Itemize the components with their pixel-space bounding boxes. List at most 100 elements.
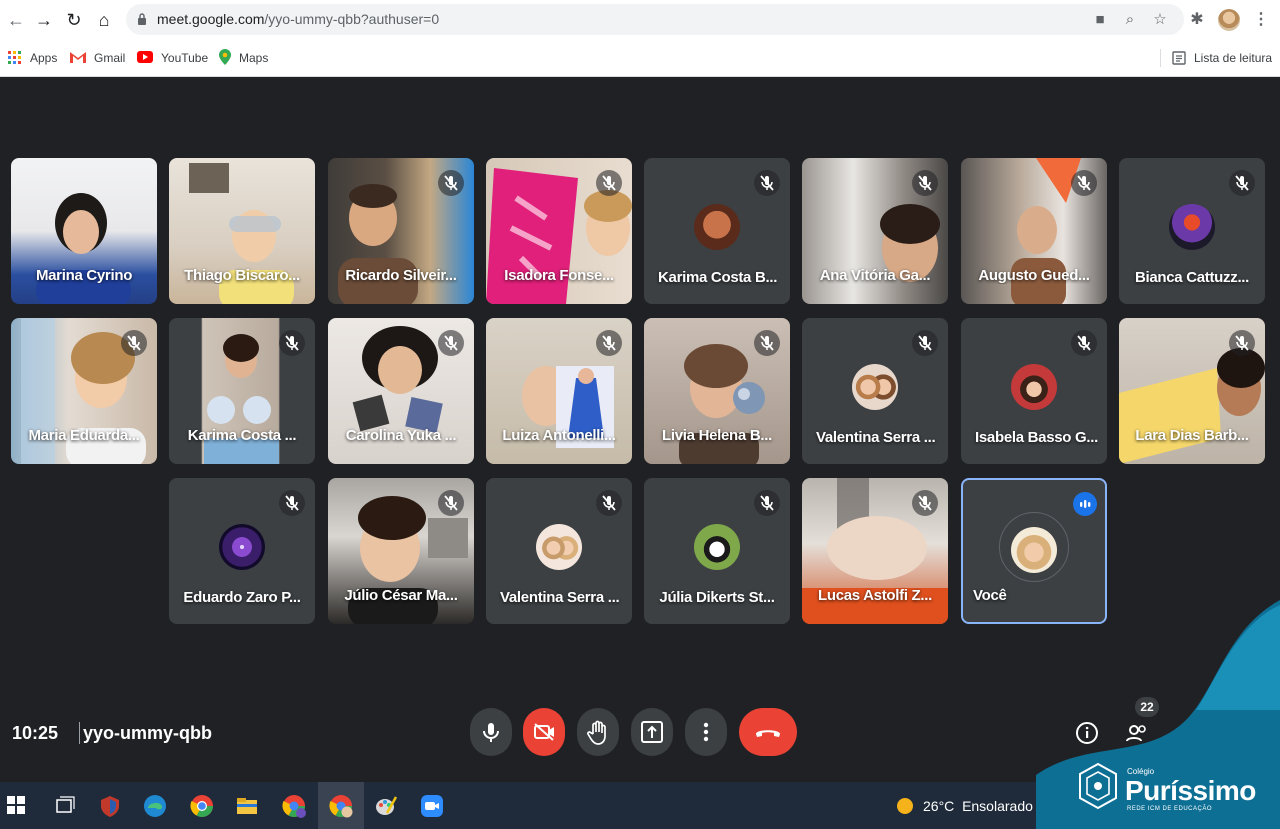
weather-condition: Ensolarado: [962, 798, 1033, 814]
participant-tile[interactable]: Carolina Yuka ...: [328, 318, 474, 464]
avatar: [694, 524, 740, 570]
participant-name: Luiza Antonelli...: [502, 427, 616, 444]
avatar: [694, 204, 740, 250]
url-host: meet.google.com: [157, 11, 265, 27]
participant-tile[interactable]: Thiago Biscaro...: [169, 158, 315, 304]
hand-icon: [587, 720, 606, 745]
participant-tile[interactable]: Isadora Fonse...: [486, 158, 632, 304]
mic-off-icon: [438, 490, 464, 516]
participant-name: Maria Eduarda...: [28, 427, 140, 444]
participant-name: Júlio César Ma...: [344, 587, 458, 604]
participant-tile[interactable]: Júlia Dikerts St...: [644, 478, 790, 624]
chrome-icon[interactable]: [189, 793, 215, 819]
present-button[interactable]: [631, 708, 673, 756]
participant-tile[interactable]: Marina Cyrino: [11, 158, 157, 304]
star-icon[interactable]: ☆: [1150, 10, 1170, 30]
participant-name: Lara Dias Barb...: [1135, 427, 1249, 444]
home-icon[interactable]: ⌂: [92, 8, 116, 32]
participant-tile[interactable]: Júlio César Ma...: [328, 478, 474, 624]
reading-list[interactable]: Lista de leitura: [1172, 49, 1272, 67]
paint-icon[interactable]: [373, 793, 399, 819]
chrome-profile-icon[interactable]: [281, 793, 307, 819]
participant-tile[interactable]: Livia Helena B...: [644, 318, 790, 464]
zoom-app-icon[interactable]: [419, 793, 445, 819]
participant-tile[interactable]: Augusto Gued...: [961, 158, 1107, 304]
mic-off-icon: [1071, 170, 1097, 196]
avatar: [852, 364, 898, 410]
bookmark-apps[interactable]: Apps: [8, 49, 57, 67]
camera-off-icon: [534, 723, 554, 741]
mic-off-icon: [596, 330, 622, 356]
extensions-icon[interactable]: ✱: [1186, 9, 1208, 31]
mic-off-icon: [596, 490, 622, 516]
participant-name: Karima Costa ...: [187, 427, 297, 444]
forward-icon[interactable]: →: [32, 8, 56, 32]
menu-icon[interactable]: ⋮: [1250, 9, 1272, 31]
participant-tile[interactable]: Ricardo Silveir...: [328, 158, 474, 304]
bookmark-maps[interactable]: Maps: [219, 49, 268, 67]
profile-avatar[interactable]: [1218, 9, 1240, 31]
camera-icon[interactable]: ■: [1090, 10, 1110, 30]
participant-name: Júlia Dikerts St...: [659, 589, 775, 606]
windows-start-icon[interactable]: [6, 795, 26, 815]
mic-off-icon: [279, 490, 305, 516]
participant-tile[interactable]: Karima Costa B...: [644, 158, 790, 304]
participant-tile[interactable]: Luiza Antonelli...: [486, 318, 632, 464]
address-bar[interactable]: meet.google.com/yyo-ummy-qbb?authuser=0 …: [126, 4, 1184, 35]
mic-off-icon: [121, 330, 147, 356]
participant-tile[interactable]: Karima Costa ...: [169, 318, 315, 464]
task-view-icon[interactable]: [52, 793, 78, 819]
raise-hand-button[interactable]: [577, 708, 619, 756]
participant-tile[interactable]: Ana Vitória Ga...: [802, 158, 948, 304]
participant-name: Eduardo Zaro P...: [183, 589, 301, 606]
more-vert-icon: [703, 722, 709, 742]
participant-tile[interactable]: Eduardo Zaro P...: [169, 478, 315, 624]
participant-name: Lucas Astolfi Z...: [817, 587, 933, 604]
mic-off-icon: [438, 330, 464, 356]
chrome-meet-icon[interactable]: [328, 793, 354, 819]
file-explorer-icon[interactable]: [234, 793, 260, 819]
meeting-code: yyo-ummy-qbb: [83, 723, 213, 743]
bookmark-youtube[interactable]: YouTube: [137, 49, 208, 67]
bar-divider: [79, 722, 80, 744]
app-shield-icon[interactable]: [97, 793, 123, 819]
leave-call-button[interactable]: [739, 708, 797, 756]
mic-off-icon: [1229, 330, 1255, 356]
participant-tile[interactable]: Maria Eduarda...: [11, 318, 157, 464]
mic-button[interactable]: [470, 708, 512, 756]
participant-name: Marina Cyrino: [35, 267, 133, 284]
edge-icon[interactable]: [142, 793, 168, 819]
avatar: [536, 524, 582, 570]
weather-widget[interactable]: 26°C Ensolarado: [897, 795, 1033, 817]
back-icon[interactable]: ←: [4, 8, 28, 32]
bookmark-gmail[interactable]: Gmail: [70, 49, 125, 67]
avatar: [1011, 364, 1057, 410]
speaking-indicator-icon: [1073, 492, 1097, 516]
camera-off-button[interactable]: [523, 708, 565, 756]
participant-name: Ricardo Silveir...: [345, 267, 457, 284]
participant-tile[interactable]: Lara Dias Barb...: [1119, 318, 1265, 464]
mic-off-icon: [912, 330, 938, 356]
participant-name: Livia Helena B...: [662, 427, 772, 444]
participant-name: Isabela Basso G...: [975, 429, 1098, 446]
participant-name: Isadora Fonse...: [504, 267, 614, 284]
url-path: /yyo-ummy-qbb?authuser=0: [264, 11, 440, 27]
mic-off-icon: [279, 330, 305, 356]
avatar: [1011, 527, 1057, 573]
mic-off-icon: [912, 490, 938, 516]
participant-name: Bianca Cattuzz...: [1134, 269, 1250, 286]
participant-name: Valentina Serra ...: [500, 589, 620, 606]
participant-name: Augusto Gued...: [978, 267, 1090, 284]
reading-list-icon: [1172, 51, 1186, 65]
participant-name: Ana Vitória Ga...: [819, 267, 931, 284]
mic-off-icon: [754, 170, 780, 196]
mic-off-icon: [438, 170, 464, 196]
reload-icon[interactable]: ↻: [62, 8, 86, 32]
participant-tile[interactable]: Lucas Astolfi Z...: [802, 478, 948, 624]
zoom-icon[interactable]: ⌕: [1120, 10, 1140, 30]
participant-tile[interactable]: Isabela Basso G...: [961, 318, 1107, 464]
participant-tile[interactable]: Valentina Serra ...: [802, 318, 948, 464]
participant-tile[interactable]: Bianca Cattuzz...: [1119, 158, 1265, 304]
participant-tile[interactable]: Valentina Serra ...: [486, 478, 632, 624]
more-options-button[interactable]: [685, 708, 727, 756]
